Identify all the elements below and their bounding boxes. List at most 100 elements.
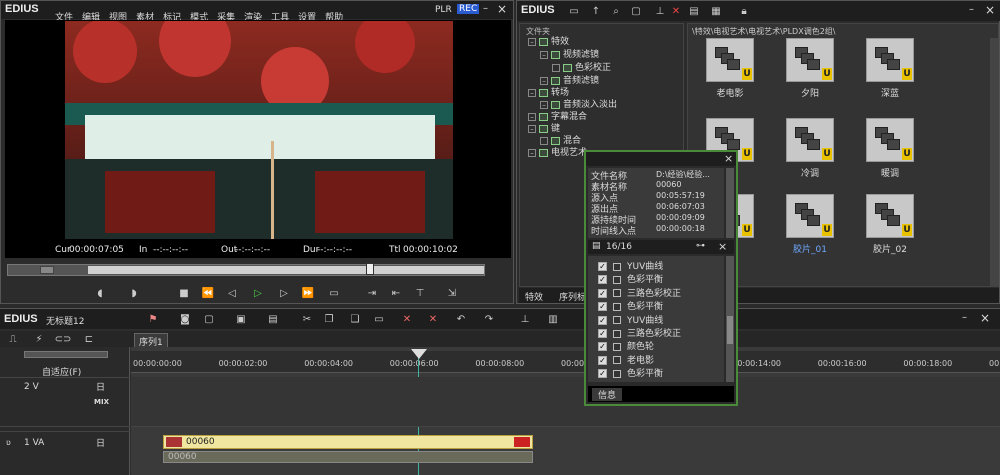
- expand-icon[interactable]: –: [540, 50, 548, 59]
- folder-icon[interactable]: ▭: [565, 3, 583, 19]
- lock-icon[interactable]: 🔒︎: [735, 3, 753, 19]
- undo-icon[interactable]: ↶: [452, 311, 470, 327]
- zoom-slider[interactable]: [24, 351, 108, 358]
- overwrite-icon[interactable]: ⇤: [387, 285, 405, 301]
- track-2v-mix[interactable]: MIX: [94, 398, 109, 406]
- filter-row[interactable]: ✓ 色彩平衡: [598, 366, 663, 379]
- save-icon[interactable]: ▣: [232, 311, 250, 327]
- cut-tl-icon[interactable]: ✂: [298, 311, 316, 327]
- scrub-handle[interactable]: [366, 263, 374, 275]
- filter-row[interactable]: ✓ 老电影: [598, 353, 654, 366]
- filter-checkbox[interactable]: ✓: [598, 302, 607, 312]
- timeline-minimize-icon[interactable]: –: [962, 312, 967, 323]
- playhead-marker[interactable]: [411, 349, 427, 359]
- video-clip[interactable]: 00060: [163, 435, 533, 449]
- up-folder-icon[interactable]: ↑: [587, 3, 605, 19]
- time-ruler[interactable]: 00:00:00:00 00:00:02:00 00:00:04:00 00:00:0…: [131, 351, 1000, 373]
- expand-icon[interactable]: [540, 136, 548, 145]
- filter-row[interactable]: ✓ 三路色彩校正: [598, 286, 681, 299]
- expand-icon[interactable]: –: [540, 100, 548, 109]
- minimize-icon[interactable]: –: [483, 3, 488, 14]
- tree-item[interactable]: – 特效: [528, 36, 569, 48]
- link-icon[interactable]: ⊂⊃: [54, 331, 72, 347]
- info-close-icon[interactable]: ×: [724, 152, 733, 165]
- expand-icon[interactable]: –: [528, 37, 536, 46]
- close-icon[interactable]: ×: [497, 2, 507, 16]
- filter-scroll-thumb[interactable]: [727, 316, 733, 344]
- effect-thumbnail[interactable]: U: [866, 38, 914, 82]
- filter-scrollbar[interactable]: [726, 256, 734, 382]
- rewind-icon[interactable]: ⏪: [199, 285, 217, 301]
- filter-row[interactable]: ✓ YUV曲线: [598, 259, 663, 272]
- expand-icon[interactable]: [552, 63, 560, 72]
- effect-thumbnail[interactable]: U: [786, 38, 834, 82]
- mark-out-icon[interactable]: ◗: [125, 285, 143, 301]
- step-forward-icon[interactable]: ▷: [275, 285, 293, 301]
- effects-tab[interactable]: 特效: [525, 290, 543, 303]
- filter-row[interactable]: ✓ YUV曲线: [598, 313, 663, 326]
- tree-item[interactable]: – 转场: [528, 87, 569, 99]
- track-2v-monitor-icon[interactable]: 日: [96, 380, 105, 393]
- tree-item[interactable]: – 视频滤镜: [540, 49, 599, 61]
- delete-icon[interactable]: ✕: [667, 3, 685, 19]
- tree-item[interactable]: 色彩校正: [552, 62, 611, 74]
- effect-icon[interactable]: ⚑: [144, 311, 162, 327]
- track-1va-lock-icon[interactable]: ʋ: [6, 438, 11, 447]
- filter-checkbox[interactable]: ✓: [598, 329, 607, 338]
- filter-checkbox[interactable]: ✓: [598, 275, 607, 285]
- info-footer-label[interactable]: 信息: [592, 388, 623, 401]
- tree-item[interactable]: – 音频淡入淡出: [540, 99, 617, 111]
- group-icon[interactable]: ⊏: [80, 331, 98, 347]
- split-icon[interactable]: ⊥: [516, 311, 534, 327]
- plr-toggle[interactable]: PLR: [435, 5, 452, 15]
- search-icon[interactable]: ⌕: [607, 3, 625, 19]
- filter-checkbox[interactable]: ✓: [598, 288, 607, 298]
- effect-thumbnail[interactable]: U: [786, 194, 834, 238]
- replace-icon[interactable]: ▭: [370, 311, 388, 327]
- export-icon[interactable]: ⇲: [443, 285, 461, 301]
- step-back-icon[interactable]: ◁: [223, 285, 241, 301]
- player-scrubber[interactable]: [7, 263, 485, 276]
- filter-close-icon[interactable]: ×: [718, 240, 727, 253]
- expand-icon[interactable]: –: [528, 148, 536, 157]
- expand-icon[interactable]: –: [528, 112, 536, 121]
- effect-thumbnail[interactable]: U: [706, 38, 754, 82]
- save-as-icon[interactable]: ▤: [264, 311, 282, 327]
- expand-icon[interactable]: –: [528, 88, 536, 97]
- tree-item[interactable]: – 音频滤镜: [540, 75, 599, 87]
- redo-icon[interactable]: ↷: [480, 311, 498, 327]
- effect-thumbnail[interactable]: U: [866, 194, 914, 238]
- properties-icon[interactable]: ▤: [685, 3, 703, 19]
- tree-item[interactable]: – 电视艺术: [528, 147, 587, 159]
- copy-icon[interactable]: ❐: [320, 311, 338, 327]
- effects-minimize-icon[interactable]: –: [969, 4, 974, 15]
- insert-icon[interactable]: ⇥: [363, 285, 381, 301]
- track-settings-icon[interactable]: ⎍: [4, 331, 22, 347]
- new-seq-icon[interactable]: ▢: [200, 311, 218, 327]
- effects-tab[interactable]: 序列标: [559, 290, 586, 303]
- play-icon[interactable]: ▷: [249, 285, 267, 301]
- filter-checkbox[interactable]: ✓: [598, 315, 607, 325]
- fast-forward-icon[interactable]: ⏩: [299, 285, 317, 301]
- render-icon[interactable]: ▥: [544, 311, 562, 327]
- info-scrollbar[interactable]: [726, 168, 734, 238]
- ripple-icon[interactable]: ⚡︎: [30, 331, 48, 347]
- tree-item[interactable]: 混合: [540, 135, 581, 147]
- effects-close-icon[interactable]: ×: [985, 3, 995, 17]
- track-1va-monitor-icon[interactable]: 日: [96, 436, 105, 449]
- filter-row[interactable]: ✓ 三路色彩校正: [598, 326, 681, 339]
- mark-in-icon[interactable]: ◖: [91, 285, 109, 301]
- bin-scrollbar[interactable]: [990, 38, 999, 286]
- trim-icon[interactable]: ⊤: [411, 285, 429, 301]
- filter-toggle-icon[interactable]: ⊶: [696, 241, 705, 251]
- filter-row[interactable]: ✓ 色彩平衡: [598, 272, 663, 285]
- view-icon[interactable]: ▦: [707, 3, 725, 19]
- filter-checkbox[interactable]: ✓: [598, 342, 607, 352]
- audio-clip[interactable]: 00060: [163, 451, 533, 463]
- rec-toggle[interactable]: REC: [457, 4, 480, 14]
- tree-item[interactable]: – 字幕混合: [528, 111, 587, 123]
- ripple-delete-icon[interactable]: ✕: [424, 311, 442, 327]
- track-2v-lane[interactable]: [131, 377, 1000, 427]
- shuttle-handle[interactable]: [40, 266, 54, 274]
- filter-row[interactable]: ✓ 色彩平衡: [598, 299, 663, 312]
